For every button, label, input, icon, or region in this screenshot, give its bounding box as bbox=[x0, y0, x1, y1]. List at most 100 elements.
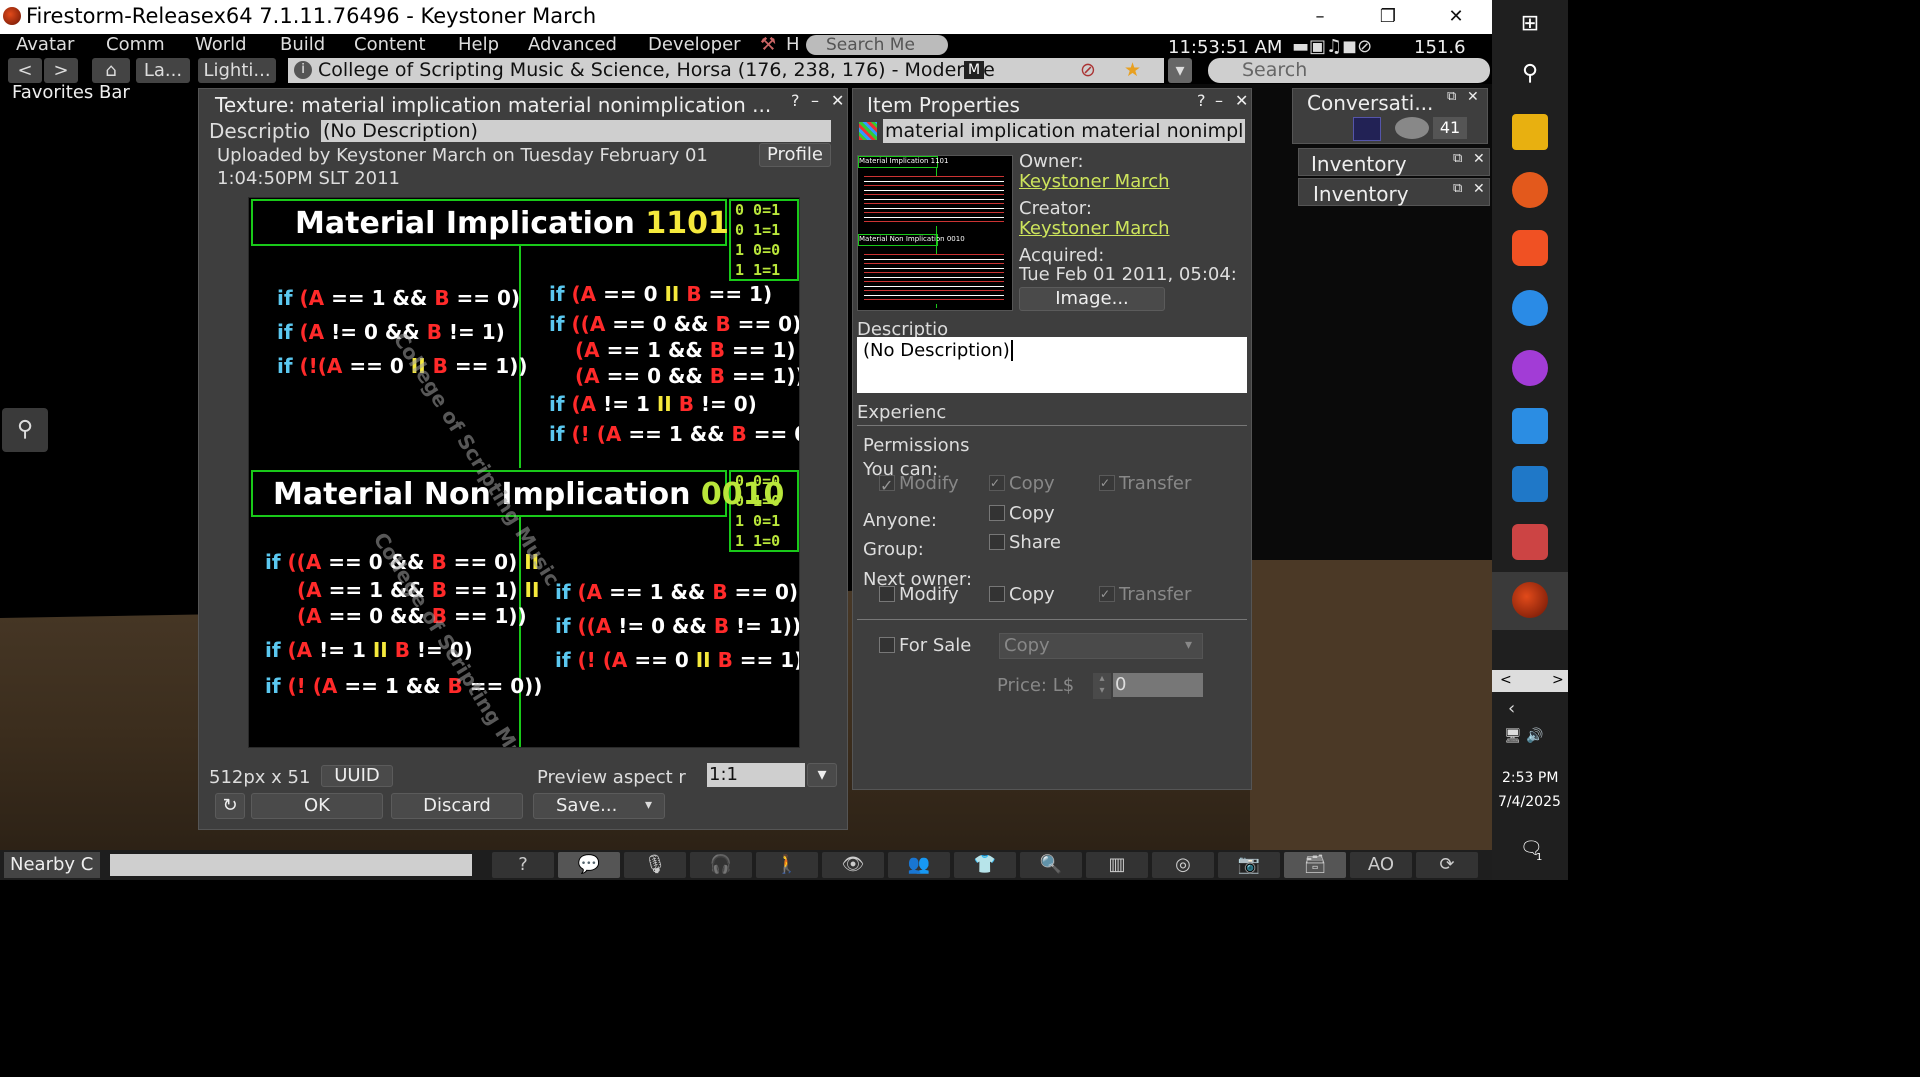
preview-aspect-select[interactable]: 1:1 bbox=[707, 763, 805, 787]
sound-explorer-icon[interactable]: ⚒ bbox=[760, 34, 776, 55]
next-copy-checkbox[interactable] bbox=[989, 586, 1005, 602]
nearby-chat-button[interactable]: Nearby C bbox=[4, 852, 100, 878]
close-icon[interactable]: ✕ bbox=[831, 91, 844, 110]
aspect-dropdown-icon[interactable]: ▾ bbox=[807, 763, 837, 787]
help-toolbar-icon[interactable]: ? bbox=[492, 852, 554, 878]
chat-bubble-icon[interactable] bbox=[1395, 117, 1429, 139]
next-modify-checkbox[interactable] bbox=[879, 586, 895, 602]
creator-link[interactable]: Keystoner March bbox=[1019, 218, 1170, 239]
close-icon[interactable]: ✕ bbox=[1235, 91, 1248, 110]
chat-input[interactable] bbox=[110, 854, 472, 876]
menu-build[interactable]: Build bbox=[280, 34, 325, 55]
ao-button[interactable]: AO bbox=[1350, 852, 1412, 878]
undock-icon[interactable]: ⧉ bbox=[1453, 181, 1462, 196]
inventory-icon[interactable]: 🗃 bbox=[1284, 852, 1346, 878]
you-modify-checkbox: ✓ bbox=[879, 475, 895, 495]
taskbar-time[interactable]: 2:53 PM bbox=[1502, 770, 1558, 786]
brave-icon[interactable] bbox=[1512, 230, 1548, 266]
voice-icon[interactable]: 🎙 bbox=[624, 852, 686, 878]
close-icon[interactable]: ✕ bbox=[1467, 89, 1479, 105]
menu-advanced[interactable]: Advanced bbox=[528, 34, 617, 55]
wifi-app-icon[interactable] bbox=[1512, 408, 1548, 444]
menu-avatar[interactable]: Avatar bbox=[16, 34, 74, 55]
headphones-icon[interactable]: 🎧 bbox=[690, 852, 752, 878]
scroll-left-icon[interactable]: < bbox=[1500, 672, 1512, 688]
camera-view-icon[interactable]: 👁 bbox=[822, 852, 884, 878]
undock-icon[interactable]: ⧉ bbox=[1447, 89, 1456, 104]
restore-button[interactable]: ❐ bbox=[1358, 2, 1418, 32]
conversations-title[interactable]: Conversati... bbox=[1307, 91, 1433, 115]
home-icon[interactable]: ⌂ bbox=[92, 58, 130, 83]
windows-start-icon[interactable]: ⊞ bbox=[1512, 6, 1548, 42]
you-copy-checkbox: ✓ bbox=[989, 475, 1005, 491]
conversation-count[interactable]: 41 bbox=[1433, 117, 1467, 139]
owner-link[interactable]: Keystoner March bbox=[1019, 171, 1170, 192]
menu-world[interactable]: World bbox=[195, 34, 247, 55]
tor-icon[interactable] bbox=[1512, 350, 1548, 386]
network-volume-icons[interactable]: 🖥 🔊 bbox=[1504, 728, 1544, 744]
image-button[interactable]: Image... bbox=[1019, 287, 1165, 311]
menu-developer[interactable]: Developer bbox=[648, 34, 741, 55]
radar-icon[interactable]: ◎ bbox=[1152, 852, 1214, 878]
close-icon[interactable]: ✕ bbox=[1473, 181, 1485, 197]
discard-button[interactable]: Discard bbox=[391, 793, 523, 819]
menu-bar: Avatar Comm World Build Content Help Adv… bbox=[0, 34, 1492, 58]
walk-icon[interactable]: 🚶 bbox=[756, 852, 818, 878]
inventory-title-2[interactable]: Inventory bbox=[1313, 182, 1409, 206]
conversation-thumb[interactable] bbox=[1353, 117, 1381, 141]
ok-button[interactable]: OK bbox=[251, 793, 383, 819]
media-status-icons[interactable]: ▬▣♫◼⊘ bbox=[1292, 36, 1372, 57]
people-icon[interactable]: 👥 bbox=[888, 852, 950, 878]
file-explorer-icon[interactable] bbox=[1512, 114, 1548, 150]
menu-content[interactable]: Content bbox=[354, 34, 426, 55]
lighting-button[interactable]: Lighti... bbox=[198, 58, 276, 83]
back-button[interactable]: < bbox=[8, 58, 42, 83]
location-bar[interactable]: i College of Scripting Music & Science, … bbox=[288, 58, 1164, 83]
minimize-button[interactable]: – bbox=[1290, 2, 1350, 32]
refresh-icon[interactable]: ⟳ bbox=[1416, 852, 1478, 878]
brush-app-icon[interactable] bbox=[1512, 524, 1548, 560]
for-sale-checkbox[interactable] bbox=[879, 637, 895, 653]
chat-icon[interactable]: 💬 bbox=[558, 852, 620, 878]
group-share-checkbox[interactable] bbox=[989, 534, 1005, 550]
undock-icon[interactable]: ⧉ bbox=[1453, 151, 1462, 166]
scroll-right-icon[interactable]: > bbox=[1552, 672, 1564, 688]
taskbar-date[interactable]: 7/4/2025 bbox=[1498, 794, 1561, 810]
item-name-field[interactable]: material implication material nonimplic bbox=[883, 119, 1245, 143]
firefox-dev-icon[interactable] bbox=[1512, 290, 1548, 326]
close-icon[interactable]: ✕ bbox=[1473, 151, 1485, 167]
search-icon[interactable]: 🔍 bbox=[1020, 852, 1082, 878]
close-window-button[interactable]: ✕ bbox=[1426, 2, 1486, 32]
forward-button[interactable]: > bbox=[44, 58, 78, 83]
profile-button[interactable]: Profile bbox=[759, 143, 831, 167]
minimize-icon[interactable]: – bbox=[1215, 91, 1223, 110]
appearance-icon[interactable]: 👕 bbox=[954, 852, 1016, 878]
vscode-icon[interactable] bbox=[1512, 466, 1548, 502]
location-dropdown-icon[interactable]: ▾ bbox=[1168, 58, 1192, 83]
map-icon[interactable]: ▥ bbox=[1086, 852, 1148, 878]
save-dropdown-icon[interactable]: ▾ bbox=[645, 797, 652, 813]
snapshot-icon[interactable]: 📷 bbox=[1218, 852, 1280, 878]
help-icon[interactable]: ? bbox=[1197, 91, 1206, 110]
map-pin-icon[interactable]: ⚲ bbox=[2, 408, 48, 452]
item-description-field[interactable]: (No Description) bbox=[857, 337, 1247, 393]
firestorm-taskbar-icon[interactable] bbox=[1512, 582, 1548, 618]
landmarks-button[interactable]: La... bbox=[136, 58, 190, 83]
firefox-icon[interactable] bbox=[1512, 172, 1548, 208]
nav-search-input[interactable]: Search bbox=[1208, 58, 1490, 83]
uuid-button[interactable]: UUID bbox=[321, 765, 393, 787]
search-icon[interactable]: ⚲ bbox=[1512, 56, 1548, 92]
minimize-icon[interactable]: – bbox=[811, 91, 819, 110]
menu-help[interactable]: Help bbox=[458, 34, 499, 55]
anyone-copy-checkbox[interactable] bbox=[989, 505, 1005, 521]
menu-search-input[interactable]: Search Me bbox=[806, 35, 948, 55]
menu-comm[interactable]: Comm bbox=[106, 34, 165, 55]
linden-balance[interactable]: 151.6 bbox=[1414, 37, 1466, 58]
inventory-title-1[interactable]: Inventory bbox=[1311, 152, 1407, 176]
chevron-left-icon[interactable]: ‹ bbox=[1508, 698, 1515, 719]
description-field[interactable]: (No Description) bbox=[321, 120, 831, 142]
help-icon[interactable]: ? bbox=[791, 91, 800, 110]
info-icon[interactable]: i bbox=[294, 61, 312, 79]
favorite-star-icon[interactable]: ★ bbox=[1124, 58, 1141, 83]
refresh-icon[interactable]: ↻ bbox=[215, 793, 245, 819]
